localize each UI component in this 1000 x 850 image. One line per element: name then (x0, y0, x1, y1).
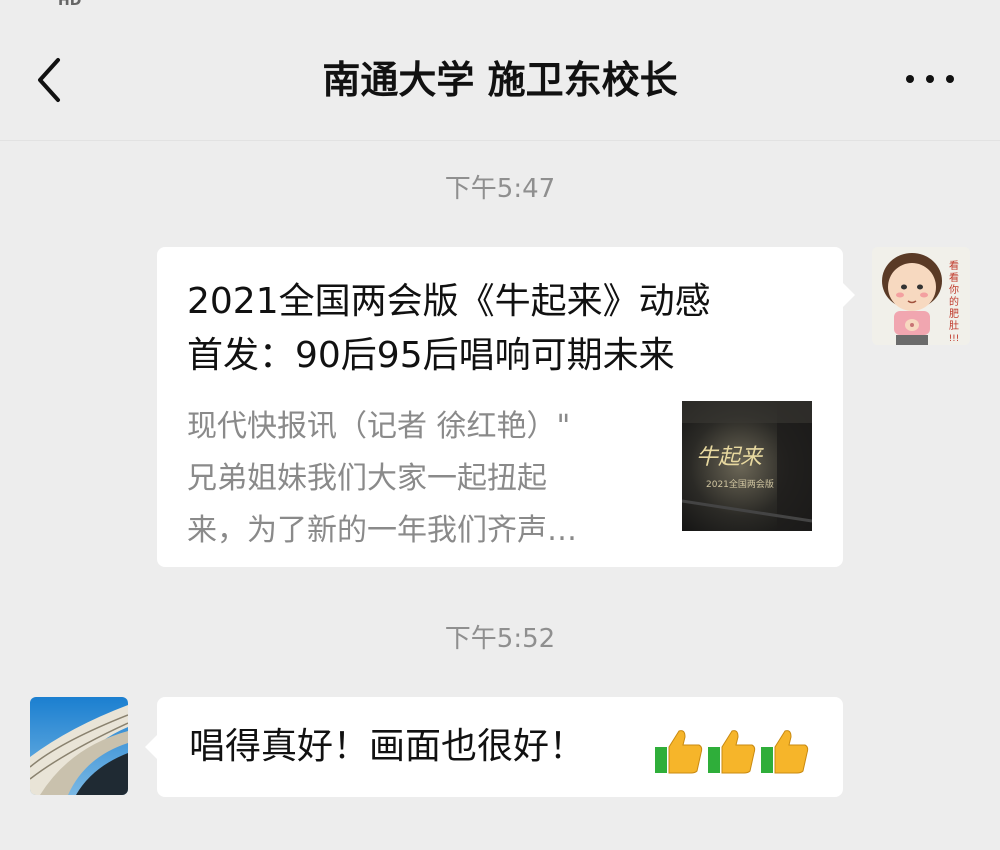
svg-text:肥: 肥 (949, 308, 959, 320)
text-message[interactable]: 唱得真好！画面也很好！ (145, 697, 843, 797)
chat-header: 南通大学 施卫东校长 (0, 14, 1000, 141)
architecture-avatar-icon (30, 697, 128, 795)
link-card-message[interactable]: 2021全国两会版《牛起来》动感 首发：90后95后唱响可期未来 现代快报讯（记… (157, 247, 855, 567)
message-timestamp: 下午5:47 (444, 174, 556, 204)
link-card-desc-line: 兄弟姐妹我们大家一起扭起 (187, 461, 547, 496)
link-card-title: 2021全国两会版《牛起来》动感 首发：90后95后唱响可期未来 (187, 275, 817, 383)
contact-avatar[interactable] (30, 697, 128, 795)
svg-text:看: 看 (949, 271, 959, 284)
thumbnail-subcaption: 2021全国两会版 (706, 480, 774, 490)
emoji-group (653, 725, 813, 775)
svg-text:!!!: !!! (949, 334, 960, 344)
svg-text:的: 的 (949, 295, 959, 308)
link-card-description: 现代快报讯（记者 徐红艳）" 兄弟姐妹我们大家一起扭起 来，为了新的一年我们齐声… (187, 401, 647, 557)
cartoon-girl-avatar-icon: 看 看 你 的 肥 肚 !!! (872, 247, 970, 345)
svg-text:肚: 肚 (949, 320, 959, 332)
message-timestamp: 下午5:52 (444, 624, 556, 654)
status-bar: HD (0, 0, 1000, 14)
svg-text:看: 看 (949, 259, 959, 272)
chevron-left-icon (38, 58, 60, 102)
chat-title: 南通大学 施卫东校长 (322, 58, 678, 102)
thumbs-up-icon (655, 730, 809, 774)
more-options-button[interactable] (900, 64, 960, 94)
link-card-thumbnail: 牛起来 2021全国两会版 (682, 401, 812, 531)
link-card-desc-line: 来，为了新的一年我们齐声… (187, 513, 577, 548)
hd-network-icon: HD (58, 0, 82, 8)
thumbnail-caption: 牛起来 (696, 445, 763, 470)
more-dots-icon (906, 75, 954, 83)
svg-text:你: 你 (949, 283, 959, 296)
back-button[interactable] (30, 54, 70, 106)
my-avatar[interactable]: 看 看 你 的 肥 肚 !!! (872, 247, 970, 345)
bubble-tail (145, 735, 157, 759)
link-card-title-line: 首发：90后95后唱响可期未来 (187, 335, 675, 376)
link-card-title-line: 2021全国两会版《牛起来》动感 (187, 281, 711, 322)
message-text: 唱得真好！画面也很好！ (189, 726, 586, 767)
bubble-tail (843, 283, 855, 307)
link-card-desc-line: 现代快报讯（记者 徐红艳）" (187, 409, 571, 444)
